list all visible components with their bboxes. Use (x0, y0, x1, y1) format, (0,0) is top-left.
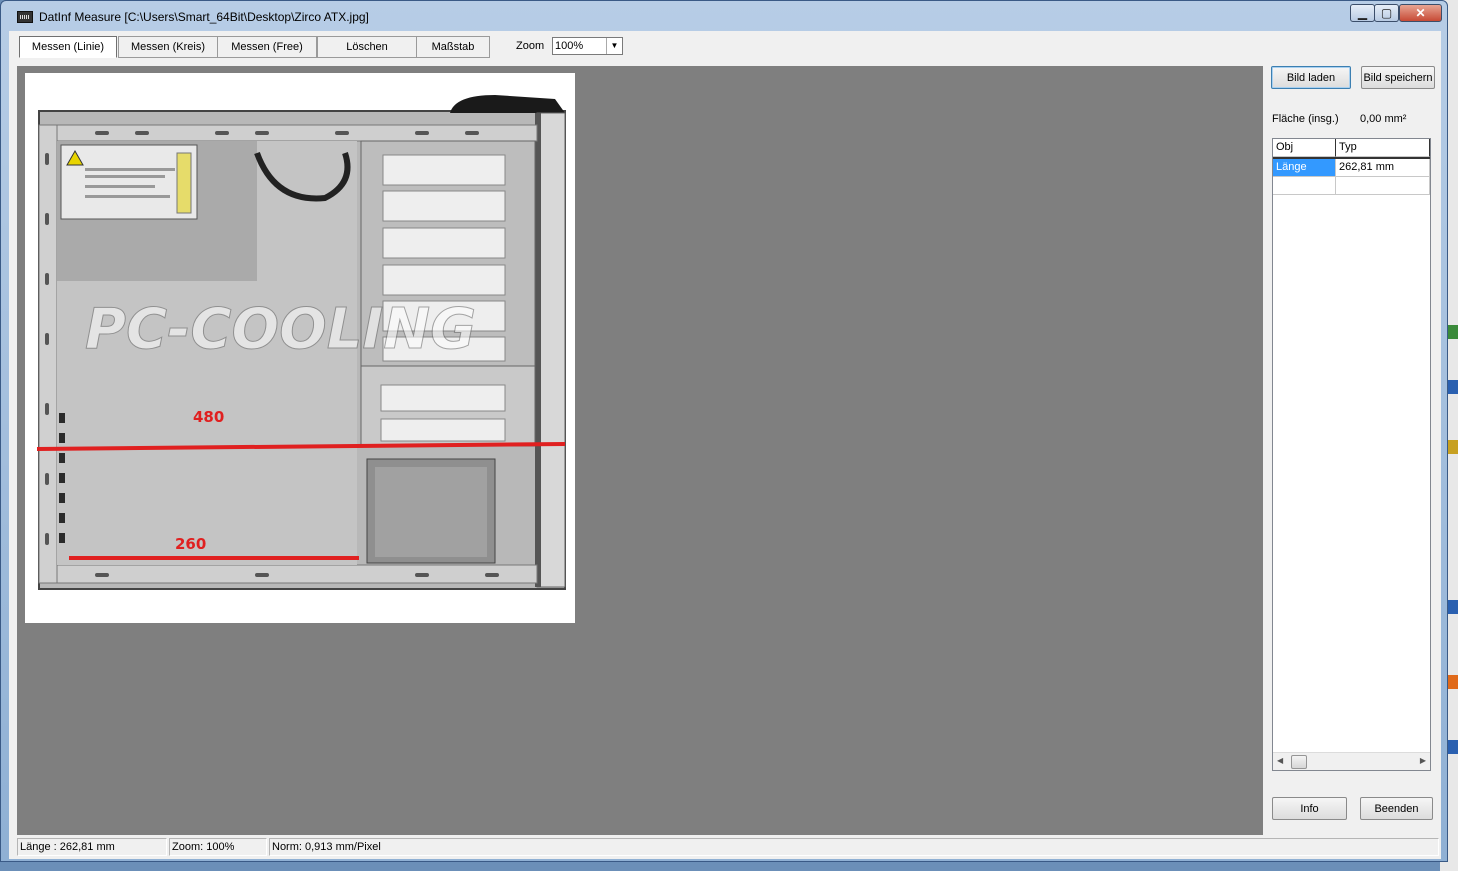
image-watermark: PC-COOLING (85, 297, 476, 362)
load-image-button[interactable]: Bild laden (1271, 66, 1351, 89)
status-bar: Länge : 262,81 mm Zoom: 100% Norm: 0,913… (9, 836, 1441, 858)
column-header-typ[interactable]: Typ (1336, 139, 1430, 157)
tab-measure-free[interactable]: Messen (Free) (217, 36, 317, 58)
table-row[interactable] (1273, 177, 1430, 195)
column-header-obj[interactable]: Obj (1273, 139, 1336, 157)
zoom-value: 100% (555, 40, 584, 52)
table-cell-obj[interactable] (1273, 177, 1336, 195)
app-window: DatInf Measure [C:\Users\Smart_64Bit\Des… (0, 0, 1448, 862)
tab-measure-circle[interactable]: Messen (Kreis) (118, 36, 218, 58)
zoom-label: Zoom (516, 40, 545, 52)
toolbar: Messen (Linie) Messen (Kreis) Messen (Fr… (9, 31, 1441, 63)
info-button[interactable]: Info (1272, 797, 1347, 820)
title-bar[interactable]: DatInf Measure [C:\Users\Smart_64Bit\Des… (1, 1, 1447, 33)
close-button[interactable]: ✕ (1399, 4, 1442, 22)
status-length: Länge : 262,81 mm (17, 838, 167, 856)
table-cell-obj[interactable]: Länge (1273, 159, 1336, 177)
table-header: Obj Typ (1273, 139, 1430, 159)
exit-button[interactable]: Beenden (1360, 797, 1433, 820)
measurements-table[interactable]: Obj Typ Länge 262,81 mm ◀ ▶ (1272, 138, 1431, 771)
tab-measure-line[interactable]: Messen (Linie) (19, 36, 117, 58)
tab-delete[interactable]: Löschen (317, 36, 417, 58)
chevron-down-icon[interactable]: ▼ (606, 38, 622, 54)
table-cell-typ[interactable]: 262,81 mm (1336, 159, 1430, 177)
horizontal-scrollbar[interactable]: ◀ ▶ (1273, 752, 1430, 770)
area-total-value: 0,00 mm² (1360, 113, 1407, 125)
save-image-button[interactable]: Bild speichern (1361, 66, 1435, 89)
status-zoom: Zoom: 100% (169, 838, 267, 856)
app-ruler-icon (17, 11, 33, 23)
measure-label-480: 480 (193, 408, 224, 426)
image-canvas[interactable]: PC-COOLING 480 260 (17, 66, 1263, 835)
maximize-button[interactable]: ▢ (1374, 4, 1399, 22)
zoom-select[interactable]: 100% ▼ (552, 37, 623, 55)
window-title: DatInf Measure [C:\Users\Smart_64Bit\Des… (39, 10, 369, 24)
client-area: Messen (Linie) Messen (Kreis) Messen (Fr… (9, 31, 1441, 859)
table-cell-typ[interactable] (1336, 177, 1430, 195)
tab-scale[interactable]: Maßstab (416, 36, 490, 58)
loaded-image[interactable]: PC-COOLING 480 260 (25, 73, 575, 623)
scrollbar-thumb[interactable] (1291, 755, 1307, 769)
measure-label-260: 260 (175, 535, 206, 553)
minimize-button[interactable]: ▁ (1350, 4, 1375, 22)
scroll-left-icon[interactable]: ◀ (1277, 756, 1283, 765)
status-norm: Norm: 0,913 mm/Pixel (269, 838, 1439, 856)
table-row[interactable]: Länge 262,81 mm (1273, 159, 1430, 177)
area-total-label: Fläche (insg.) (1272, 113, 1339, 125)
case-photo: PC-COOLING 480 260 (36, 95, 566, 590)
scroll-right-icon[interactable]: ▶ (1420, 756, 1426, 765)
